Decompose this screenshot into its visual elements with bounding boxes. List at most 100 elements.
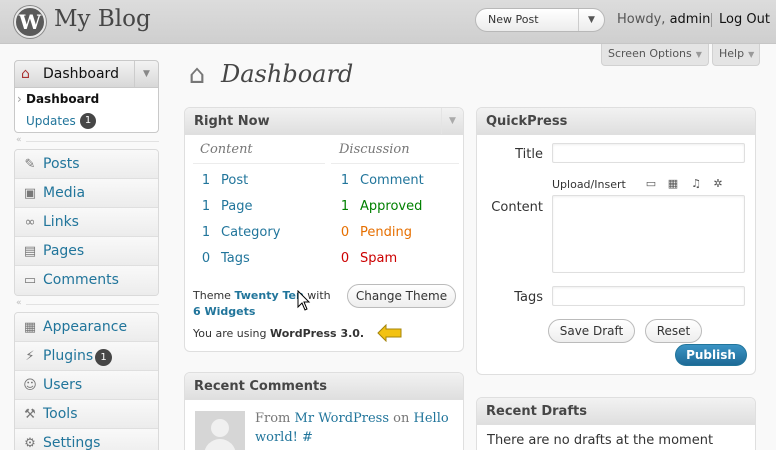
theme-name-link[interactable]: Twenty Ten [234,289,303,302]
appearance-icon: ▦ [23,320,37,335]
user-greeting: Howdy, admin [617,12,710,27]
version-number: WordPress 3.0. [269,327,365,340]
menu-appearance[interactable]: ▦ Appearance [15,313,158,342]
stat-count[interactable]: 0 [338,225,352,240]
menu-tools[interactable]: ⚒ Tools [15,400,158,429]
menu-media[interactable]: ▣ Media [15,179,158,208]
tools-icon: ⚒ [24,407,36,422]
media-gear-icon[interactable]: ✲ [711,177,725,191]
menu-users[interactable]: ☺ Users [15,371,158,400]
users-icon: ☺ [23,378,37,393]
widget-title: Recent Drafts [486,404,587,419]
comment-from: From [255,411,291,426]
menu-group-admin: ▦ Appearance ⚡ Plugins 1 ☺ Users ⚒ Tools ⚙ Set… [14,312,159,450]
stat-label[interactable]: Category [221,225,280,240]
stat-label[interactable]: Page [221,199,252,214]
menu-media-label: Media [43,185,86,201]
discussion-column-heading: Discussion [339,142,410,157]
reset-button[interactable]: Reset [645,319,702,343]
menu-pages[interactable]: ▤ Pages [15,237,158,266]
comment-item: From Mr WordPress on Hello world! # [255,409,455,447]
site-title[interactable]: My Blog [54,6,151,32]
divider [711,13,712,27]
update-count-badge: 1 [80,113,96,129]
title-label: Title [515,147,543,162]
version-prefix: You are using [193,327,267,340]
widget-title: Recent Comments [194,379,327,394]
stat-label[interactable]: Comment [360,173,424,188]
favorite-actions-dropdown[interactable]: New Post ▼ [475,8,605,32]
collapse-arrow-icon[interactable]: « [16,298,22,308]
stat-count[interactable]: 0 [338,251,352,266]
content-textarea[interactable] [552,195,745,273]
stat-label[interactable]: Tags [221,251,250,266]
menu-links[interactable]: ∞ Links [15,208,158,237]
chevron-down-icon[interactable]: ▼ [441,108,463,134]
chevron-down-icon[interactable]: ▼ [134,61,158,87]
menu-settings[interactable]: ⚙ Settings [15,429,158,450]
favorite-action-label[interactable]: New Post [488,13,539,26]
video-icon[interactable]: ▦ [666,177,680,191]
menu-comments[interactable]: ▭ Comments [15,266,158,295]
submenu-updates[interactable]: Updates 1 [15,110,158,132]
theme-prefix: Theme [193,289,231,302]
content-column-heading: Content [200,142,253,157]
widget-handle[interactable]: Recent Comments [185,373,463,400]
dashboard-submenu: Dashboard Updates 1 [14,88,159,133]
chevron-down-icon[interactable]: ▼ [578,9,604,31]
stat-count[interactable]: 1 [199,173,213,188]
username-link[interactable]: admin [670,12,711,27]
version-info: You are using WordPress 3.0. [193,327,364,340]
help-tab[interactable]: Help ▼ [712,44,760,66]
stat-label[interactable]: Approved [360,199,422,214]
upload-insert-label: Upload/Insert [552,178,626,191]
stat-count[interactable]: 1 [199,225,213,240]
admin-menu: ⌂ Dashboard ▼ Dashboard Updates 1 « ✎ Post… [14,60,159,450]
widget-handle[interactable]: Right Now ▼ [185,108,463,135]
wordpress-logo-icon[interactable]: W [14,6,46,38]
divider [331,163,459,164]
stat-count[interactable]: 1 [199,199,213,214]
page-title: Dashboard [221,60,354,88]
title-input[interactable] [552,143,745,163]
widget-handle[interactable]: QuickPress [477,108,755,135]
menu-comments-label: Comments [43,272,119,288]
menu-separator[interactable]: « [14,133,159,149]
collapse-arrow-icon[interactable]: « [16,135,22,145]
arrow-left-icon [377,324,402,342]
menu-appearance-label: Appearance [43,319,128,335]
menu-users-label: Users [43,377,83,393]
screen-options-tab[interactable]: Screen Options ▼ [601,44,709,66]
stat-label[interactable]: Pending [360,225,412,240]
widget-handle[interactable]: Recent Drafts [477,398,755,425]
submenu-updates-label: Updates [26,114,76,128]
stat-count[interactable]: 1 [338,173,352,188]
logout-link[interactable]: Log Out [719,12,770,27]
change-theme-button[interactable]: Change Theme [347,284,456,308]
right-now-widget: Right Now ▼ Content Discussion 1 Post 1 Pa… [184,107,464,352]
widgets-link[interactable]: 6 Widgets [193,305,255,318]
stat-label[interactable]: Post [221,173,248,188]
menu-posts-label: Posts [43,156,80,172]
tags-input[interactable] [552,286,745,306]
audio-icon[interactable]: ♫ [689,177,703,191]
menu-posts[interactable]: ✎ Posts [15,150,158,179]
tags-label: Tags [514,290,543,305]
save-draft-button[interactable]: Save Draft [548,319,635,343]
screen-options-label: Screen Options [608,47,692,60]
mouse-cursor-icon [297,290,311,311]
comment-author-link[interactable]: Mr WordPress [295,411,390,426]
image-icon[interactable]: ▭ [644,177,658,191]
menu-separator[interactable]: « [14,296,159,312]
link-icon: ∞ [24,215,36,230]
submenu-dashboard[interactable]: Dashboard [15,88,158,110]
publish-button[interactable]: Publish [675,344,747,366]
recent-comments-widget: Recent Comments From Mr WordPress on Hel… [184,372,464,450]
stat-count[interactable]: 1 [338,199,352,214]
plugin-icon: ⚡ [25,349,35,364]
stat-label[interactable]: Spam [360,251,397,266]
stat-count[interactable]: 0 [199,251,213,266]
menu-dashboard[interactable]: ⌂ Dashboard ▼ [14,60,159,88]
menu-plugins[interactable]: ⚡ Plugins 1 [15,342,158,371]
theme-info: Theme Twenty Ten with 6 Widgets [193,288,353,320]
